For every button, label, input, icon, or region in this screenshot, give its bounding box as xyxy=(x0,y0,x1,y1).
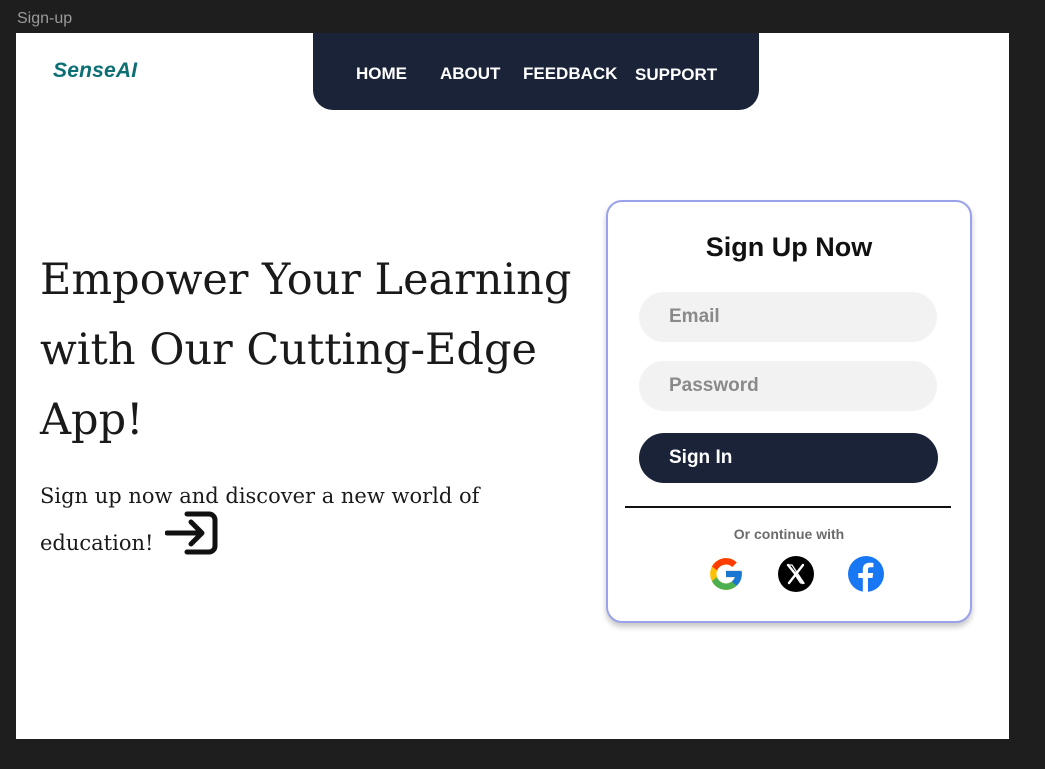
hero-title: Empower Your Learning with Our Cutting-E… xyxy=(40,245,580,455)
signup-card: Sign Up Now Sign In Or continue with xyxy=(606,200,972,623)
sign-in-button-label: Sign In xyxy=(669,447,733,468)
sign-in-arrow-icon[interactable] xyxy=(164,508,219,569)
google-icon xyxy=(707,555,745,598)
password-field[interactable] xyxy=(639,361,937,411)
nav-feedback[interactable]: FEEDBACK xyxy=(523,64,617,84)
facebook-icon xyxy=(847,555,885,598)
nav-home[interactable]: HOME xyxy=(356,64,407,84)
x-login-button[interactable] xyxy=(777,555,815,598)
sign-in-button[interactable]: Sign In xyxy=(639,433,938,483)
hero-subtitle: Sign up now and discover a new world of … xyxy=(40,484,480,555)
hero-title-line: with Our Cutting-Edge xyxy=(40,325,537,375)
hero-subtitle-block: Sign up now and discover a new world of … xyxy=(40,479,500,575)
page-canvas: SenseAI HOME ABOUT FEEDBACK SUPPORT Empo… xyxy=(16,33,1009,739)
hero-title-line: Empower Your Learning xyxy=(40,255,572,305)
nav-support[interactable]: SUPPORT xyxy=(635,65,717,85)
email-field[interactable] xyxy=(639,292,937,342)
top-nav: HOME ABOUT FEEDBACK SUPPORT xyxy=(313,33,759,110)
divider xyxy=(625,506,951,508)
frame-label: Sign-up xyxy=(17,10,73,27)
facebook-login-button[interactable] xyxy=(847,555,885,598)
google-login-button[interactable] xyxy=(707,557,745,595)
nav-about[interactable]: ABOUT xyxy=(440,64,500,84)
x-icon xyxy=(777,555,815,598)
brand-logo[interactable]: SenseAI xyxy=(53,59,137,83)
or-continue-with-label: Or continue with xyxy=(733,526,845,542)
signup-title: Sign Up Now xyxy=(705,232,873,262)
hero-title-line: App! xyxy=(40,395,144,445)
